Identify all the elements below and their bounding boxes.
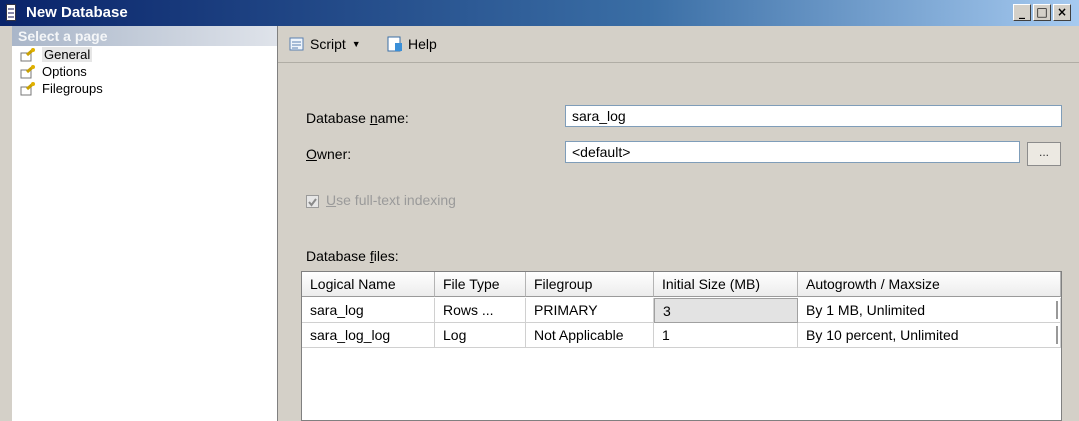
script-button[interactable]: Script ▼ — [288, 35, 361, 53]
grid-header-row: Logical Name File Type Filegroup Initial… — [302, 272, 1061, 297]
logical-name-cell[interactable]: sara_log_log — [302, 323, 435, 348]
sidebar-item-label: Filegroups — [42, 81, 103, 96]
owner-input[interactable]: <default> — [565, 141, 1020, 163]
filegroup-cell[interactable]: Not Applicable — [526, 323, 654, 348]
initial-size-cell[interactable]: 3 — [654, 298, 798, 323]
database-files-label: Database files: — [306, 248, 399, 264]
file-type-cell[interactable]: Rows ... — [435, 298, 526, 323]
window-controls: _ □ × — [1013, 4, 1071, 21]
help-label: Help — [408, 36, 437, 52]
help-icon — [387, 36, 402, 52]
help-button[interactable]: Help — [386, 35, 437, 53]
file-type-cell[interactable]: Log — [435, 323, 526, 348]
close-icon[interactable]: × — [1053, 4, 1071, 21]
sidebar-item-filegroups[interactable]: Filegroups — [12, 80, 277, 97]
owner-label: Owner: — [306, 146, 352, 162]
database-name-input[interactable]: sara_log — [565, 105, 1062, 127]
page-sidebar: Select a page General Options Filegroups — [12, 26, 278, 421]
column-header[interactable]: File Type — [435, 272, 526, 297]
table-row[interactable]: sara_log Rows ... PRIMARY 3 By 1 MB, Unl… — [302, 298, 1061, 323]
autogrowth-cell[interactable]: By 10 percent, Unlimited — [798, 323, 1061, 348]
column-header[interactable]: Initial Size (MB) — [654, 272, 798, 297]
page-icon — [20, 64, 35, 78]
sidebar-item-label: General — [42, 47, 93, 62]
edit-ellipsis-handle[interactable] — [1056, 301, 1058, 319]
dropdown-arrow-icon: ▼ — [351, 39, 361, 49]
script-label: Script — [310, 36, 346, 52]
database-files-grid[interactable]: Logical Name File Type Filegroup Initial… — [301, 271, 1062, 421]
maximize-icon[interactable]: □ — [1033, 4, 1051, 21]
table-row[interactable]: sara_log_log Log Not Applicable 1 By 10 … — [302, 323, 1061, 348]
autogrowth-value: By 1 MB, Unlimited — [806, 302, 926, 318]
minimize-icon[interactable]: _ — [1013, 4, 1031, 21]
dialog-frame — [0, 26, 12, 421]
document-icon — [6, 4, 16, 21]
autogrowth-cell[interactable]: By 1 MB, Unlimited — [798, 298, 1061, 323]
database-name-label: Database name: — [306, 110, 409, 126]
filegroup-cell[interactable]: PRIMARY — [526, 298, 654, 323]
page-icon — [20, 81, 35, 95]
check-icon — [308, 198, 317, 207]
fulltext-label: Use full-text indexing — [326, 192, 456, 208]
sidebar-item-options[interactable]: Options — [12, 63, 277, 80]
logical-name-cell[interactable]: sara_log — [302, 298, 435, 323]
toolbar: Script ▼ Help — [278, 26, 1079, 63]
autogrowth-value: By 10 percent, Unlimited — [806, 327, 959, 343]
script-icon — [289, 37, 304, 51]
sidebar-item-general[interactable]: General — [12, 46, 277, 63]
sidebar-item-label: Options — [42, 64, 87, 79]
title-bar[interactable]: New Database _ □ × — [0, 0, 1079, 26]
initial-size-cell[interactable]: 1 — [654, 323, 798, 348]
edit-ellipsis-handle[interactable] — [1056, 326, 1058, 344]
browse-owner-button[interactable]: ... — [1027, 142, 1061, 166]
window-title: New Database — [26, 4, 128, 21]
column-header[interactable]: Autogrowth / Maxsize — [798, 272, 1061, 297]
sidebar-header: Select a page — [12, 26, 277, 46]
fulltext-checkbox[interactable] — [306, 195, 319, 208]
page-icon — [20, 47, 35, 61]
column-header[interactable]: Logical Name — [302, 272, 435, 297]
column-header[interactable]: Filegroup — [526, 272, 654, 297]
